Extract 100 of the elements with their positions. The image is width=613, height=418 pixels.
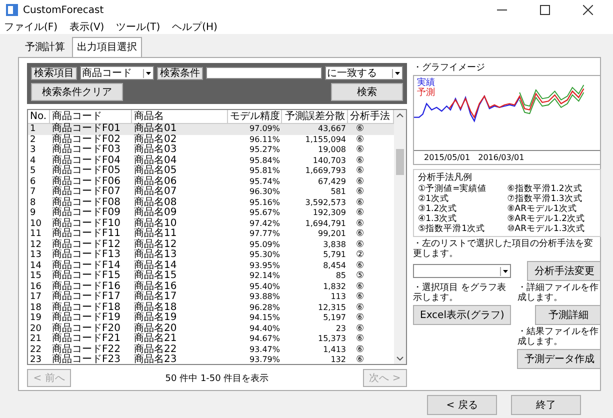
tab[interactable]: 出力項目選択 bbox=[72, 37, 142, 57]
method-legend-item: ②1次式 bbox=[418, 194, 450, 204]
table-row[interactable]: 2 商品コードF02 商品名02 96.11% 1,155,094 ⑥ bbox=[28, 134, 394, 145]
table-row[interactable]: 15 商品コードF15 商品名15 92.14% 85 ⑤ bbox=[28, 271, 394, 282]
table-row[interactable]: 11 商品コードF11 商品名11 97.77% 99,201 ⑥ bbox=[28, 229, 394, 240]
table-cell-text: 商品名04 bbox=[133, 156, 178, 166]
match-dropdown[interactable]: に一致する bbox=[325, 66, 403, 80]
table-cell-text: 12,315 bbox=[317, 302, 347, 313]
table-cell-text: 96.28% bbox=[248, 302, 281, 313]
table-cell-text: 1,413 bbox=[322, 344, 347, 355]
method-legend-item: ⑧ARモデル1次式 bbox=[507, 204, 578, 214]
table-cell-text: 3,592,573 bbox=[304, 198, 347, 208]
table-row[interactable]: 21 商品コードF21 商品名21 94.67% 15,373 ⑥ bbox=[28, 334, 394, 344]
table-cell-text: 96.11% bbox=[248, 134, 281, 145]
table-cell-text: ⑥ bbox=[355, 282, 366, 292]
footer-button[interactable]: 終了 bbox=[511, 395, 581, 415]
table-row[interactable]: 10 商品コードF10 商品名10 97.42% 1,694,791 ⑥ bbox=[28, 218, 394, 229]
table-row[interactable]: 22 商品コードF22 商品名22 93.47% 1,413 ⑥ bbox=[28, 344, 394, 355]
table-row[interactable]: 16 商品コードF16 商品名16 95.40% 1,832 ⑥ bbox=[28, 282, 394, 292]
method-legend-item: ⑤指数平滑1次式 bbox=[418, 224, 486, 234]
action-button[interactable]: 予測データ作成 bbox=[517, 349, 602, 369]
table-cell-text: 22 bbox=[29, 344, 42, 355]
dropdown-arrow-icon bbox=[392, 68, 402, 78]
table-row[interactable]: 18 商品コードF18 商品名18 96.28% 12,315 ⑥ bbox=[28, 302, 394, 313]
table-cell-text: ⑥ bbox=[355, 344, 366, 355]
table-cell-text: 1,832 bbox=[322, 282, 347, 292]
table-row[interactable]: 14 商品コードF14 商品名14 93.95% 8,454 ⑥ bbox=[28, 260, 394, 271]
table-cell-text: 商品名22 bbox=[133, 344, 178, 354]
clear-search-button[interactable]: 検索条件クリア bbox=[31, 83, 123, 101]
footer-button[interactable]: < 戻る bbox=[427, 395, 497, 415]
tab[interactable]: 予測計算 bbox=[20, 37, 70, 57]
table-cell-text: 商品コードF14 bbox=[51, 260, 122, 270]
table-cell-text: 23 bbox=[334, 324, 347, 334]
table-cell-text: 商品コードF05 bbox=[51, 166, 122, 176]
method-legend-item: ③1.2次式 bbox=[418, 204, 458, 214]
table-row[interactable]: 6 商品コードF06 商品名06 95.74% 67,429 ⑥ bbox=[28, 176, 394, 187]
scroll-down-icon[interactable] bbox=[396, 354, 404, 362]
table-row[interactable]: 19 商品コードF19 商品名19 94.15% 5,197 ⑥ bbox=[28, 313, 394, 324]
table-cell-text: 21 bbox=[29, 334, 42, 344]
page-info: 50 件中 1-50 件目を表示 bbox=[165, 372, 269, 384]
menu-item[interactable]: ツール(T) bbox=[116, 20, 160, 34]
table-cell-text: 17 bbox=[29, 292, 42, 302]
table-row[interactable]: 13 商品コードF13 商品名13 95.30% 5,791 ② bbox=[28, 250, 394, 260]
table-row[interactable]: 12 商品コードF12 商品名12 95.09% 3,838 ⑥ bbox=[28, 240, 394, 250]
table-cell-text: ⑥ bbox=[355, 145, 366, 156]
table-row[interactable]: 1 商品コードF01 商品名01 97.09% 43,667 ⑥ bbox=[28, 124, 394, 134]
table-cell-text: 商品名07 bbox=[133, 187, 178, 197]
table-row[interactable]: 4 商品コードF04 商品名04 95.84% 140,703 ⑥ bbox=[28, 156, 394, 166]
table-cell-text: 商品コードF01 bbox=[51, 124, 122, 134]
table-cell-text: 8 bbox=[29, 198, 37, 208]
table-row[interactable]: 5 商品コードF05 商品名05 95.81% 1,669,793 ⑥ bbox=[28, 166, 394, 176]
table-row[interactable]: 17 商品コードF17 商品名17 93.88% 113 ⑥ bbox=[28, 292, 394, 302]
search-condition-field[interactable] bbox=[206, 67, 322, 79]
table-row[interactable]: 8 商品コードF08 商品名08 95.16% 3,592,573 ⑥ bbox=[28, 198, 394, 208]
menu-item[interactable]: ヘルプ(H) bbox=[172, 20, 218, 34]
maximize-icon[interactable] bbox=[540, 5, 550, 15]
search-button[interactable]: 検索 bbox=[331, 83, 403, 101]
table-cell-text: 140,703 bbox=[312, 156, 347, 166]
table-cell-text: 94.15% bbox=[248, 313, 281, 324]
change-note: ・左のリストで選択した項目の分析手法を変更します。 bbox=[413, 239, 594, 259]
table-cell-text: 商品名23 bbox=[133, 355, 178, 364]
table-cell-text: 93.95% bbox=[248, 260, 281, 271]
table-cell-text: 商品コードF15 bbox=[51, 271, 122, 281]
scrollbar[interactable] bbox=[394, 110, 406, 364]
scroll-thumb[interactable] bbox=[396, 149, 404, 175]
table-row[interactable]: 23 商品コードF23 商品名23 93.79% 132 ⑥ bbox=[28, 355, 394, 364]
table-cell-text: 20 bbox=[29, 324, 42, 334]
action-button[interactable]: Excel表示(グラフ) bbox=[413, 305, 512, 325]
table-cell-text: 10 bbox=[29, 218, 42, 229]
search-condition-label: 検索条件 bbox=[157, 66, 203, 80]
table-cell-text: 商品コードF07 bbox=[51, 187, 122, 197]
menu-item[interactable]: ファイル(F) bbox=[4, 20, 58, 34]
table-cell-text: 商品名17 bbox=[133, 292, 178, 302]
table-cell-text: 13 bbox=[29, 250, 42, 260]
table-row[interactable]: 3 商品コードF03 商品名03 95.27% 19,008 ⑥ bbox=[28, 145, 394, 156]
change-method-button[interactable]: 分析手法変更 bbox=[527, 261, 602, 281]
table-cell-text: 96.30% bbox=[248, 187, 281, 198]
method-legend-item: ⑩ARモデル1.3次式 bbox=[507, 224, 586, 234]
table-cell-text: 99,201 bbox=[317, 229, 347, 240]
table-cell-text: 1,155,094 bbox=[304, 134, 347, 145]
table-cell-text: ⑥ bbox=[355, 156, 366, 166]
table-cell-text: 1 bbox=[29, 124, 37, 134]
date-label: 2015/05/01 bbox=[424, 153, 470, 162]
table-cell-text: 商品名10 bbox=[133, 218, 178, 228]
table-cell-text: 商品名02 bbox=[133, 134, 178, 144]
search-item-dropdown[interactable]: 商品コード bbox=[80, 66, 154, 80]
table-cell-text: ⑥ bbox=[355, 334, 366, 344]
table-row[interactable]: 7 商品コードF07 商品名07 96.30% 581 ⑥ bbox=[28, 187, 394, 198]
table-cell-text: 19 bbox=[29, 313, 42, 324]
scroll-up-icon[interactable] bbox=[396, 112, 404, 120]
method-legend-item: ⑥指数平滑1.2次式 bbox=[507, 184, 584, 194]
menu-item[interactable]: 表示(V) bbox=[70, 20, 104, 34]
table-row[interactable]: 20 商品コードF20 商品名20 94.40% 23 ⑥ bbox=[28, 324, 394, 334]
group-title: 分析手法凡例 bbox=[418, 173, 472, 183]
table-row[interactable]: 9 商品コードF09 商品名09 95.67% 192,309 ⑥ bbox=[28, 208, 394, 218]
app-icon bbox=[6, 4, 18, 16]
table-cell-text: 商品コードF03 bbox=[51, 145, 122, 155]
method-dropdown[interactable] bbox=[413, 264, 511, 278]
action-button[interactable]: 予測詳細 bbox=[535, 305, 602, 325]
close-icon[interactable] bbox=[583, 5, 593, 15]
